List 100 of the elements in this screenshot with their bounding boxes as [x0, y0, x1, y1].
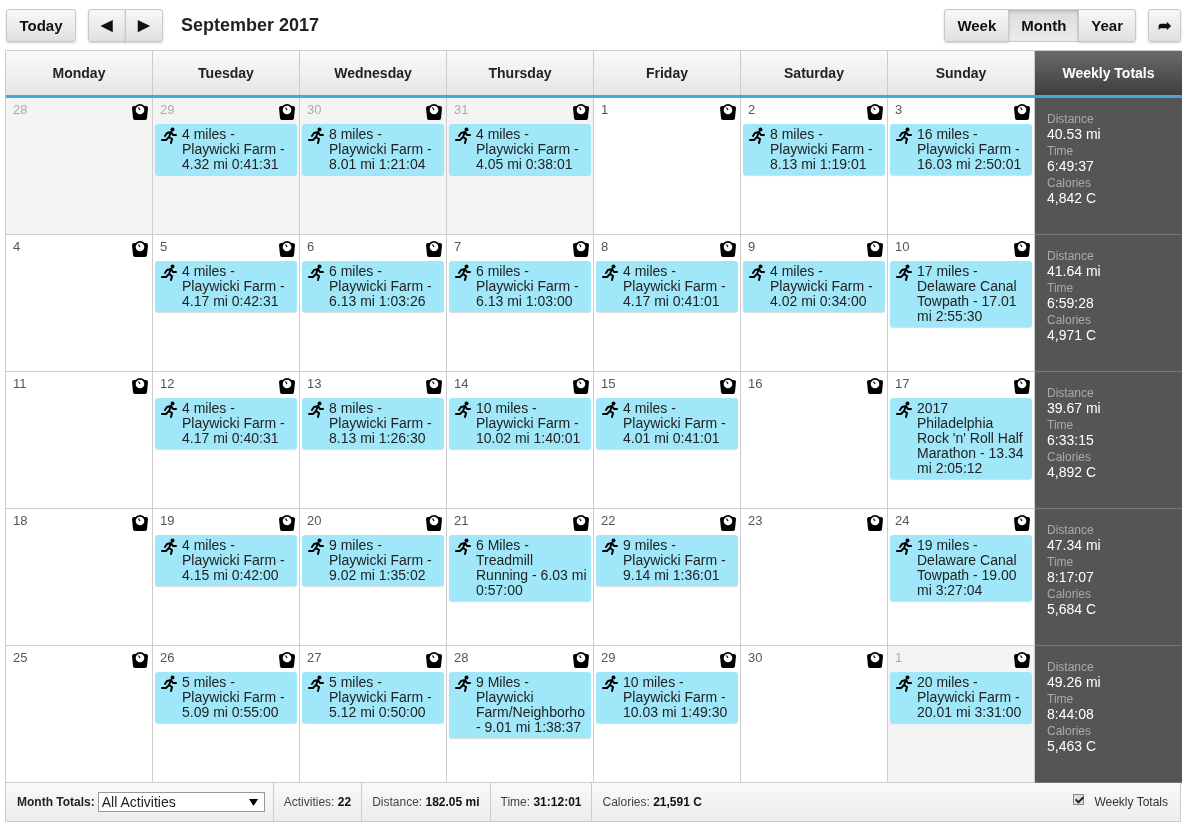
activity-entry[interactable]: 2017 Philadelphia Rock 'n' Roll Half Marathon - 13.34 mi 2:05:12 [890, 398, 1032, 479]
activity-entry[interactable]: 6 miles - Playwicki Farm - 6.13 mi 1:03:26 [302, 261, 444, 312]
activity-entry[interactable]: 8 miles - Playwicki Farm - 8.13 mi 1:19:01 [743, 124, 885, 175]
total-value: 6:33:15 [1047, 432, 1095, 448]
activity-entry[interactable]: 4 miles - Playwicki Farm - 4.15 mi 0:42:00 [155, 535, 297, 586]
total-value: 4,842 C [1047, 190, 1098, 206]
day-number: 2 [748, 102, 756, 117]
activity-entry[interactable]: 10 miles - Playwicki Farm - 10.03 mi 1:49:30 [596, 672, 738, 723]
total-label: Time [1047, 555, 1075, 569]
activity-entry[interactable]: 4 miles - Playwicki Farm - 4.01 mi 0:41:01 [596, 398, 738, 449]
activity-entry[interactable]: 9 miles - Playwicki Farm - 9.02 mi 1:35:02 [302, 535, 444, 586]
activity-entry[interactable]: 4 miles - Playwicki Farm - 4.05 mi 0:38:01 [449, 124, 591, 175]
activity-entry[interactable]: 6 miles - Playwicki Farm - 6.13 mi 1:03:00 [449, 261, 591, 312]
view-tab[interactable]: Year [1078, 8, 1136, 42]
scale-icon [572, 650, 590, 669]
activity-entry[interactable]: 5 miles - Playwicki Farm - 5.09 mi 0:55:00 [155, 672, 297, 723]
runner-icon [896, 264, 912, 281]
runner-icon [161, 401, 177, 418]
total-value: 4,971 C [1047, 327, 1098, 343]
day-number: 25 [13, 650, 28, 665]
activity-entry[interactable]: 4 miles - Playwicki Farm - 4.02 mi 0:34:00 [743, 261, 885, 312]
scale-icon [1013, 102, 1031, 121]
scale-icon [278, 513, 296, 532]
scale-icon [425, 239, 443, 258]
activity-text: 16 miles - Playwicki Farm - 16.03 mi 2:50:01 [917, 127, 1023, 172]
scale-icon [572, 239, 590, 258]
total-value: 5,684 C [1047, 601, 1098, 617]
day-number: 17 [895, 376, 910, 391]
activity-entry[interactable]: 4 miles - Playwicki Farm - 4.32 mi 0:41:31 [155, 124, 297, 175]
day-number: 15 [601, 376, 616, 391]
weekly-totals-checkbox[interactable] [1073, 793, 1085, 805]
scale-icon [866, 513, 884, 532]
share-button[interactable]: ➦ [1148, 8, 1181, 42]
runner-icon [161, 264, 177, 281]
scale-icon [572, 376, 590, 395]
day-number: 6 [307, 239, 315, 254]
activity-entry[interactable]: 10 miles - Playwicki Farm - 10.02 mi 1:40:01 [449, 398, 591, 449]
activity-text: 8 miles - Playwicki Farm - 8.13 mi 1:19:01 [770, 127, 874, 172]
total-label: Time [1047, 418, 1075, 432]
activity-text: 20 miles - Playwicki Farm - 20.01 mi 3:31:00 [917, 675, 1023, 720]
runner-icon [749, 264, 765, 281]
day-number: 10 [895, 239, 910, 254]
scale-icon [278, 102, 296, 121]
total-value: 8:44:08 [1047, 706, 1095, 722]
activity-entry[interactable]: 17 miles - Delaware Canal Towpath - 17.01 mi 2:55:30 [890, 261, 1032, 327]
activity-entry[interactable]: 9 miles - Playwicki Farm - 9.14 mi 1:36:01 [596, 535, 738, 586]
activity-text: 6 Miles - Treadmill Running - 6.03 mi 0:57:00 [476, 538, 587, 598]
activity-entry[interactable]: 6 Miles - Treadmill Running - 6.03 mi 0:57:00 [449, 535, 591, 601]
month-stat: Activities: 22 [272, 783, 362, 821]
scale-icon [131, 376, 149, 395]
scale-icon [719, 239, 737, 258]
scale-icon [1013, 239, 1031, 258]
activity-entry[interactable]: 16 miles - Playwicki Farm - 16.03 mi 2:50:01 [890, 124, 1032, 175]
total-label: Time [1047, 144, 1075, 158]
activity-text: 9 miles - Playwicki Farm - 9.14 mi 1:36:01 [623, 538, 727, 583]
day-number: 27 [307, 650, 322, 665]
scale-icon [719, 513, 737, 532]
runner-icon [749, 127, 765, 144]
day-number: 22 [601, 513, 616, 528]
activity-text: 6 miles - Playwicki Farm - 6.13 mi 1:03:26 [329, 264, 433, 309]
activity-entry[interactable]: 9 Miles - Playwicki Farm/Neighborho - 9.01 mi 1:38:37 [449, 672, 591, 738]
activity-text: 4 miles - Playwicki Farm - 4.05 mi 0:38:01 [476, 127, 580, 172]
day-number: 16 [748, 376, 763, 391]
activity-entry[interactable]: 5 miles - Playwicki Farm - 5.12 mi 0:50:00 [302, 672, 444, 723]
activity-text: 10 miles - Playwicki Farm - 10.03 mi 1:49:30 [623, 675, 729, 720]
activity-entry[interactable]: 4 miles - Playwicki Farm - 4.17 mi 0:42:31 [155, 261, 297, 312]
activity-entry[interactable]: 19 miles - Delaware Canal Towpath - 19.00 mi 3:27:04 [890, 535, 1032, 601]
day-number: 20 [307, 513, 322, 528]
total-value: 5,463 C [1047, 738, 1098, 754]
activity-entry[interactable]: 8 miles - Playwicki Farm - 8.01 mi 1:21:04 [302, 124, 444, 175]
view-tab[interactable]: Week [944, 8, 1010, 42]
scale-icon [866, 376, 884, 395]
total-label: Distance [1047, 523, 1095, 537]
total-label: Distance [1047, 386, 1095, 400]
day-number: 3 [895, 102, 903, 117]
activity-entry[interactable]: 4 miles - Playwicki Farm - 4.17 mi 0:40:31 [155, 398, 297, 449]
activity-entry[interactable]: 8 miles - Playwicki Farm - 8.13 mi 1:26:30 [302, 398, 444, 449]
scale-icon [278, 239, 296, 258]
scale-icon [866, 102, 884, 121]
day-number: 1 [895, 650, 903, 665]
scale-icon [278, 650, 296, 669]
activity-text: 4 miles - Playwicki Farm - 4.15 mi 0:42:00 [182, 538, 286, 583]
activity-filter-dropdown[interactable]: All Activities [97, 792, 265, 812]
previous-button[interactable]: ◀ [88, 8, 126, 42]
view-tab[interactable]: Month [1008, 8, 1080, 42]
scale-icon [572, 102, 590, 121]
next-button[interactable]: ▶ [125, 8, 163, 42]
activity-text: 10 miles - Playwicki Farm - 10.02 mi 1:40:01 [476, 401, 582, 446]
activity-entry[interactable]: 20 miles - Playwicki Farm - 20.01 mi 3:31:00 [890, 672, 1032, 723]
runner-icon [455, 538, 471, 555]
runner-icon [455, 401, 471, 418]
activity-entry[interactable]: 4 miles - Playwicki Farm - 4.17 mi 0:41:01 [596, 261, 738, 312]
today-button[interactable]: Today [6, 8, 76, 42]
day-number: 28 [13, 102, 28, 117]
runner-icon [455, 675, 471, 692]
scale-icon [719, 376, 737, 395]
activity-text: 19 miles - Delaware Canal Towpath - 19.00 mi 3:27:04 [917, 538, 1018, 598]
scale-icon [866, 650, 884, 669]
activity-text: 4 miles - Playwicki Farm - 4.02 mi 0:34:00 [770, 264, 874, 309]
runner-icon [308, 675, 324, 692]
